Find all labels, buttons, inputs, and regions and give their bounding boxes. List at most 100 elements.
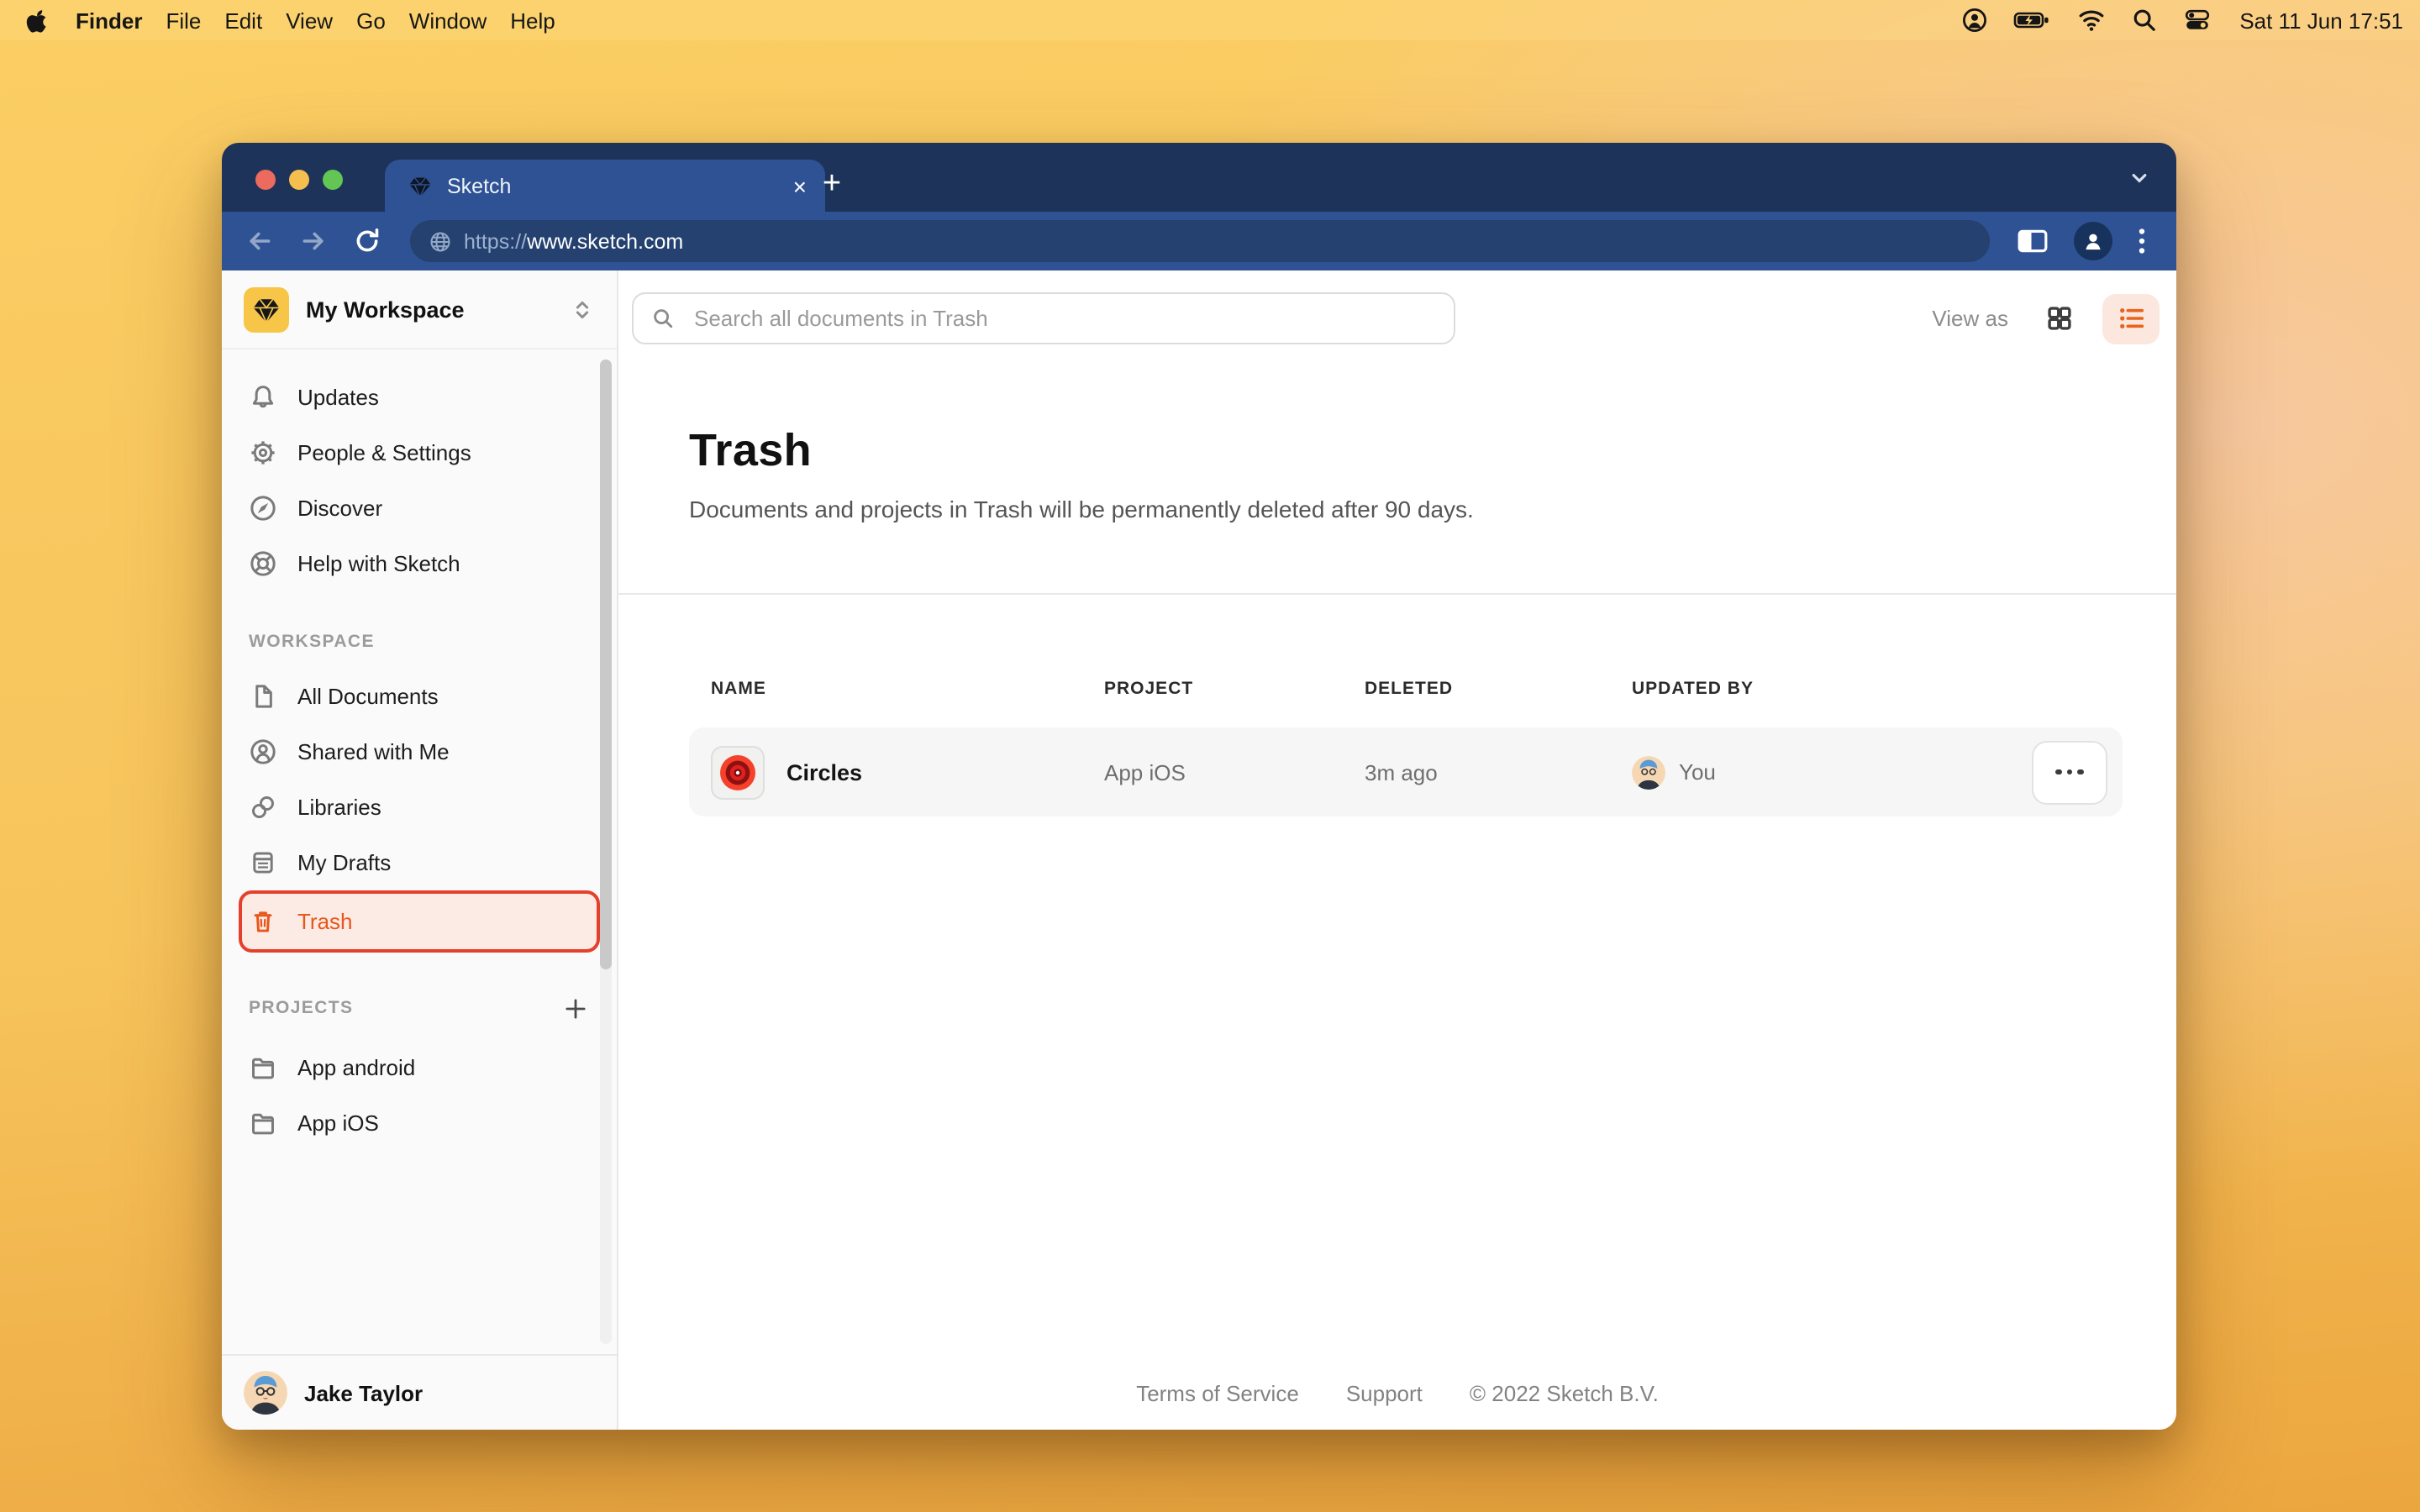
projects-section-label: PROJECTS <box>222 993 617 1023</box>
sidebar-item-project-app-android[interactable]: App android <box>239 1040 600 1095</box>
apple-icon <box>25 8 50 33</box>
menu-item-file[interactable]: File <box>154 8 213 33</box>
sidebar-item-project-app-ios[interactable]: App iOS <box>239 1095 600 1151</box>
footer-copyright: © 2022 Sketch B.V. <box>1470 1381 1659 1406</box>
search-input[interactable] <box>691 304 1437 333</box>
sidebar-item-label: Libraries <box>297 795 381 820</box>
window-controls <box>255 170 343 190</box>
search-bar[interactable] <box>632 292 1455 344</box>
toolbar-right <box>2017 222 2146 260</box>
tab-close-icon[interactable]: × <box>793 174 807 197</box>
workspace-section-label: WORKSPACE <box>222 632 617 652</box>
spotlight-search-icon[interactable] <box>2130 7 2157 34</box>
drafts-icon <box>249 848 277 877</box>
person-icon <box>249 738 277 766</box>
zoom-window-button[interactable] <box>323 170 343 190</box>
more-options-button[interactable] <box>2032 740 2107 804</box>
menu-item-help[interactable]: Help <box>498 8 567 33</box>
table-header: NAME PROJECT DELETED UPDATED BY <box>689 679 2123 699</box>
link-icon <box>249 793 277 822</box>
apple-menu[interactable] <box>22 8 64 33</box>
page-description: Documents and projects in Trash will be … <box>689 496 2176 522</box>
sketch-logo <box>244 286 289 332</box>
chevron-up-down-icon <box>570 297 595 322</box>
tab-search-chevron-icon[interactable] <box>2126 165 2153 192</box>
sidebar-item-label: People & Settings <box>297 440 471 465</box>
browser-menu-kebab-icon[interactable] <box>2138 227 2146 255</box>
user-account-icon[interactable] <box>1960 7 1987 34</box>
list-view-icon <box>2117 304 2145 333</box>
sidebar-item-label: All Documents <box>297 684 439 709</box>
footer-link-support[interactable]: Support <box>1346 1381 1423 1406</box>
menu-item-view[interactable]: View <box>274 8 345 33</box>
user-name: Jake Taylor <box>304 1380 423 1405</box>
url-host: www.sketch.com <box>527 229 683 253</box>
address-bar[interactable]: https://www.sketch.com <box>410 220 1990 262</box>
wifi-icon[interactable] <box>2076 8 2105 32</box>
url-scheme: https:// <box>464 229 527 253</box>
battery-charging-icon[interactable] <box>2012 7 2051 34</box>
view-grid-button[interactable] <box>2030 293 2087 344</box>
view-list-button[interactable] <box>2102 293 2160 344</box>
circles-thumbnail-icon <box>718 752 758 792</box>
sidebar-scrollbar-thumb[interactable] <box>600 360 612 970</box>
close-window-button[interactable] <box>255 170 276 190</box>
browser-tab-bar: Sketch × + <box>222 143 2176 212</box>
new-tab-button[interactable]: + <box>813 166 850 203</box>
user-account-row[interactable]: Jake Taylor <box>222 1354 617 1430</box>
trash-icon <box>249 907 277 936</box>
menu-item-edit[interactable]: Edit <box>213 8 274 33</box>
workspace-switcher[interactable]: My Workspace <box>222 270 617 349</box>
desktop: Finder File Edit View Go Window Help Sat… <box>0 0 2420 1512</box>
add-project-button[interactable] <box>560 993 590 1023</box>
life-ring-icon <box>249 549 277 578</box>
sketch-favicon <box>408 174 432 197</box>
compass-icon <box>249 494 277 522</box>
menu-bar-left: Finder File Edit View Go Window Help <box>22 8 567 33</box>
view-as-label: View as <box>1932 306 2008 331</box>
sidebar-item-all-documents[interactable]: All Documents <box>239 669 600 724</box>
menu-item-go[interactable]: Go <box>345 8 397 33</box>
sidebar-item-shared-with-me[interactable]: Shared with Me <box>239 724 600 780</box>
row-name: Circles <box>786 759 862 785</box>
sidebar-item-updates[interactable]: Updates <box>239 370 600 425</box>
sidebar-scrollbar[interactable] <box>600 360 612 1344</box>
control-center-icon[interactable] <box>2182 7 2211 34</box>
sidebar-item-my-drafts[interactable]: My Drafts <box>239 835 600 890</box>
back-button[interactable] <box>245 227 274 255</box>
column-header-project: PROJECT <box>1104 679 1193 699</box>
menu-item-window[interactable]: Window <box>397 8 499 33</box>
browser-profile-button[interactable] <box>2074 222 2112 260</box>
row-updated-by: You <box>1632 755 1716 789</box>
forward-button[interactable] <box>299 227 328 255</box>
row-project: App iOS <box>1104 759 1186 785</box>
sidebar-item-label: App android <box>297 1055 415 1080</box>
main-top-bar: View as <box>618 270 2176 344</box>
folder-icon <box>249 1109 277 1137</box>
table-row[interactable]: Circles App iOS 3m ago You <box>689 727 2123 816</box>
menu-item-finder[interactable]: Finder <box>64 8 154 33</box>
sidebar-item-trash[interactable]: Trash <box>239 890 600 953</box>
column-header-name: NAME <box>711 679 766 699</box>
sidebar-item-people-settings[interactable]: People & Settings <box>239 425 600 480</box>
side-panel-icon[interactable] <box>2017 227 2049 255</box>
gear-icon <box>249 438 277 467</box>
row-deleted: 3m ago <box>1365 759 1438 785</box>
plus-icon <box>562 995 587 1021</box>
sidebar-item-discover[interactable]: Discover <box>239 480 600 536</box>
minimize-window-button[interactable] <box>289 170 309 190</box>
sidebar-item-label: My Drafts <box>297 850 391 875</box>
page-title: Trash <box>689 425 2176 477</box>
sidebar-item-libraries[interactable]: Libraries <box>239 780 600 835</box>
site-globe-icon <box>429 229 452 253</box>
menu-bar-clock[interactable]: Sat 11 Jun 17:51 <box>2236 8 2403 33</box>
sidebar-scroll-area: Updates People & Settings Discover Help … <box>222 349 617 1354</box>
sidebar-item-label: Shared with Me <box>297 739 450 764</box>
footer-link-terms[interactable]: Terms of Service <box>1136 1381 1299 1406</box>
sidebar: My Workspace Updates People & Settings D <box>222 270 618 1430</box>
sidebar-item-help[interactable]: Help with Sketch <box>239 536 600 591</box>
browser-tab[interactable]: Sketch × <box>385 160 825 212</box>
folder-icon <box>249 1053 277 1082</box>
row-updated-by-label: You <box>1679 759 1716 785</box>
reload-button[interactable] <box>353 227 381 255</box>
